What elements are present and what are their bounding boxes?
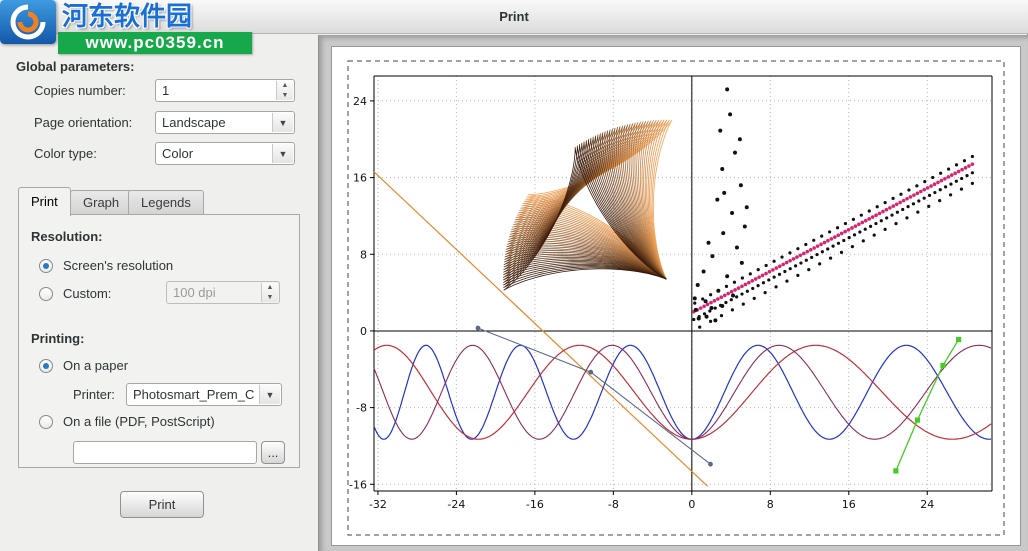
- custom-resolution-label: Custom:: [63, 285, 111, 303]
- radio-screen-resolution[interactable]: [39, 259, 53, 273]
- chevron-down-icon[interactable]: ▼: [272, 113, 293, 132]
- preview-page: -32 -24 -16 -8 0 8 16 24 24 16 8 0 -8 -16: [331, 46, 1021, 546]
- watermark-logo-icon: [0, 0, 56, 44]
- copies-number-label: Copies number:: [34, 79, 126, 102]
- svg-text:16: 16: [353, 172, 367, 185]
- printing-heading: Printing:: [31, 331, 84, 346]
- browse-file-button[interactable]: ...: [261, 441, 285, 464]
- radio-custom-resolution[interactable]: [39, 287, 53, 301]
- svg-text:0: 0: [360, 325, 367, 338]
- svg-text:-8: -8: [356, 402, 367, 415]
- printer-value: Photosmart_Prem_C: [127, 384, 281, 405]
- svg-text:24: 24: [353, 95, 367, 108]
- watermark: 河东软件园 www.pc0359.cn: [0, 0, 252, 54]
- watermark-site-name: 河东软件园: [58, 0, 252, 32]
- spin-up-icon[interactable]: ▲: [262, 283, 278, 293]
- settings-panel: Global parameters: Copies number: ▲ ▼ Pa…: [0, 35, 318, 551]
- plot-preview-svg: -32 -24 -16 -8 0 8 16 24 24 16 8 0 -8 -16: [332, 47, 1020, 545]
- watermark-text: 河东软件园 www.pc0359.cn: [58, 0, 252, 54]
- print-preview-area: -32 -24 -16 -8 0 8 16 24 24 16 8 0 -8 -16: [318, 35, 1028, 551]
- global-parameters-heading: Global parameters:: [16, 59, 135, 74]
- printer-label: Printer:: [73, 386, 115, 404]
- custom-dpi-spin-buttons[interactable]: ▲ ▼: [261, 283, 278, 302]
- svg-text:8: 8: [767, 498, 774, 511]
- screen-resolution-label: Screen's resolution: [63, 257, 173, 275]
- window-title: Print: [499, 9, 529, 24]
- page-orientation-label: Page orientation:: [34, 111, 132, 134]
- color-type-label: Color type:: [34, 142, 97, 165]
- svg-text:-24: -24: [447, 498, 465, 511]
- svg-text:-16: -16: [526, 498, 544, 511]
- chevron-down-icon[interactable]: ▼: [259, 385, 280, 404]
- on-paper-label: On a paper: [63, 357, 128, 375]
- chevron-down-icon[interactable]: ▼: [272, 144, 293, 163]
- page-orientation-combobox[interactable]: Landscape ▼: [155, 111, 295, 134]
- svg-text:-32: -32: [369, 498, 387, 511]
- svg-text:16: 16: [842, 498, 856, 511]
- output-file-input[interactable]: [73, 441, 257, 464]
- custom-dpi-spin-wrap: ▲ ▼: [166, 281, 280, 304]
- copies-spin-buttons[interactable]: ▲ ▼: [276, 81, 293, 100]
- svg-text:-8: -8: [608, 498, 619, 511]
- print-dialog-window: Print 河东软件园 www.pc0359.cn Global paramet…: [0, 0, 1028, 551]
- copies-number-spin-wrap: ▲ ▼: [155, 79, 295, 102]
- spin-down-icon[interactable]: ▼: [262, 293, 278, 303]
- svg-text:8: 8: [360, 248, 367, 261]
- spin-down-icon[interactable]: ▼: [277, 91, 293, 101]
- watermark-site-url: www.pc0359.cn: [58, 32, 252, 54]
- resolution-heading: Resolution:: [31, 229, 103, 244]
- color-type-combobox[interactable]: Color ▼: [155, 142, 295, 165]
- printer-combobox[interactable]: Photosmart_Prem_C ▼: [126, 383, 282, 406]
- radio-on-file[interactable]: [39, 415, 53, 429]
- svg-text:24: 24: [920, 498, 934, 511]
- svg-text:-16: -16: [349, 478, 367, 491]
- tab-print[interactable]: Print: [18, 187, 71, 216]
- radio-on-paper[interactable]: [39, 359, 53, 373]
- svg-text:0: 0: [688, 498, 695, 511]
- tab-legends[interactable]: Legends: [128, 190, 204, 215]
- spin-up-icon[interactable]: ▲: [277, 81, 293, 91]
- print-button[interactable]: Print: [120, 491, 204, 518]
- print-tab-pane: Resolution: Screen's resolution Custom: …: [18, 214, 300, 468]
- tab-graph[interactable]: Graph: [70, 190, 132, 215]
- on-file-label: On a file (PDF, PostScript): [63, 413, 215, 431]
